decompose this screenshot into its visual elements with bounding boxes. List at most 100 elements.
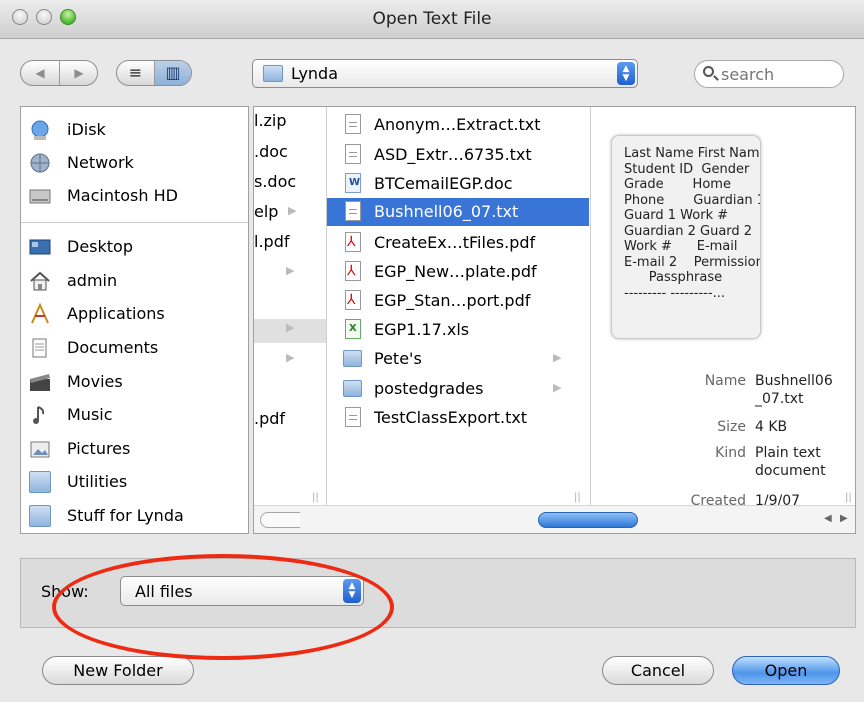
sidebar-item-applications[interactable]: Applications (29, 301, 244, 327)
sidebar-item-label: Utilities (67, 472, 128, 491)
meta-size-label: Size (717, 419, 746, 435)
sidebar-item-desktop[interactable]: Desktop (29, 234, 244, 260)
list-item[interactable]: ▶ (254, 349, 326, 373)
disclosure-arrow-icon: ▶ (553, 351, 562, 364)
documents-icon (32, 338, 47, 358)
music-icon (33, 406, 45, 424)
list-item[interactable]: ▶ (254, 262, 326, 286)
sidebar-item-macintosh-hd[interactable]: Macintosh HD (29, 183, 244, 209)
preview-column: Last Name First Name Student ID Gender G… (591, 107, 855, 509)
history-nav: ◀ ▶ (20, 60, 98, 86)
file-row[interactable]: W BTCemailEGP.doc (327, 170, 589, 198)
column-files: Anonym…Extract.txt ASD_Extr…6735.txt W B… (327, 107, 589, 505)
location-popup[interactable]: Lynda ▲ ▼ (252, 59, 638, 88)
pdf-file-icon: ⅄ (345, 232, 361, 252)
search-input[interactable] (721, 65, 831, 83)
disclosure-arrow-icon: ▶ (553, 381, 562, 394)
cancel-button[interactable]: Cancel (602, 656, 714, 685)
column-parent: l.zip .doc s.doc elp ▶ l.pdf ▶ ▶ ▶ .pdf |… (254, 107, 326, 505)
sidebar-item-label: Documents (67, 338, 159, 357)
list-item[interactable]: l.pdf (254, 232, 289, 256)
horizontal-scrollbar[interactable]: ◀ ▶ (254, 505, 855, 533)
list-item[interactable]: elp ▶ (254, 202, 296, 226)
folder-row[interactable]: postedgrades ▶ (327, 375, 589, 403)
open-button[interactable]: Open (732, 656, 840, 685)
idisk-icon (31, 120, 49, 140)
view-mode-switch: ≡ ▥ (116, 60, 192, 86)
sidebar-item-documents[interactable]: Documents (29, 335, 244, 361)
file-row[interactable]: ⅄ CreateEx…tFiles.pdf (327, 229, 589, 257)
back-button[interactable]: ◀ (21, 61, 60, 85)
home-icon (30, 271, 50, 291)
sidebar-item-label: Applications (67, 304, 165, 323)
desktop-icon (29, 239, 51, 255)
list-item[interactable]: ▶ (254, 319, 326, 343)
file-row[interactable]: ASD_Extr…6735.txt (327, 141, 589, 169)
file-type-popup[interactable]: All files ▲ ▼ (120, 576, 364, 606)
movies-icon (30, 374, 50, 391)
sidebar-item-label: Desktop (67, 237, 133, 256)
file-name: postedgrades (374, 379, 484, 398)
column-resize-handle[interactable]: || (845, 492, 852, 503)
file-name: BTCemailEGP.doc (374, 174, 513, 193)
scroll-left-arrow-icon[interactable]: ◀ (824, 513, 832, 524)
file-name: Pete's (374, 349, 422, 368)
sidebar: iDisk Network Macintosh HD Desktop admin… (20, 106, 249, 534)
sidebar-item-network[interactable]: Network (29, 150, 244, 176)
open-file-dialog: Open Text File ◀ ▶ ≡ ▥ Lynda ▲▼ iDisk Ne… (0, 0, 864, 702)
file-row[interactable]: ⅄ EGP_Stan…port.pdf (327, 287, 589, 315)
file-row-selected[interactable]: Bushnell06_07.txt (327, 198, 589, 226)
sidebar-item-movies[interactable]: Movies (29, 369, 244, 395)
file-row[interactable]: TestClassExport.txt (327, 404, 589, 432)
sidebar-item-stuff-for-lynda[interactable]: Stuff for Lynda (29, 503, 244, 529)
file-name: CreateEx…tFiles.pdf (374, 233, 536, 252)
scroll-track-cap (260, 512, 300, 528)
applications-icon (31, 303, 49, 324)
folder-icon (263, 65, 283, 82)
meta-size-value: 4 KB (755, 419, 788, 435)
list-item[interactable]: s.doc (254, 172, 296, 196)
column-resize-handle[interactable]: || (312, 492, 319, 503)
excel-file-icon: X (345, 319, 361, 339)
list-item[interactable]: .doc (254, 142, 288, 166)
text-file-icon (345, 201, 361, 221)
text-file-icon (345, 407, 361, 427)
text-file-icon (345, 144, 361, 164)
meta-name-label: Name (704, 373, 746, 389)
file-row[interactable]: Anonym…Extract.txt (327, 111, 589, 139)
list-item[interactable]: .pdf (254, 409, 285, 433)
column-view-button[interactable]: ▥ (155, 61, 191, 85)
sidebar-item-label: admin (67, 271, 118, 290)
search-field[interactable] (694, 60, 844, 88)
sidebar-item-music[interactable]: Music (29, 402, 244, 428)
file-name: Bushnell06_07.txt (374, 202, 519, 221)
disclosure-arrow-icon: ▶ (288, 204, 297, 217)
sidebar-item-admin[interactable]: admin (29, 268, 244, 294)
file-name: EGP_New…plate.pdf (374, 262, 537, 281)
column-resize-handle[interactable]: || (574, 492, 581, 503)
sidebar-divider (21, 222, 248, 223)
list-item[interactable]: l.zip (254, 111, 287, 135)
new-folder-button[interactable]: New Folder (42, 656, 194, 685)
sidebar-item-label: iDisk (67, 120, 106, 139)
sidebar-item-utilities[interactable]: Utilities (29, 469, 244, 495)
sidebar-item-idisk[interactable]: iDisk (29, 117, 244, 143)
word-document-icon: W (345, 173, 361, 193)
scroll-right-arrow-icon[interactable]: ▶ (840, 513, 848, 524)
file-row[interactable]: X EGP1.17.xls (327, 316, 589, 344)
file-type-value: All files (135, 582, 193, 601)
file-name: EGP_Stan…port.pdf (374, 291, 531, 310)
scrollbar-thumb[interactable] (538, 512, 638, 528)
forward-button[interactable]: ▶ (60, 61, 98, 85)
sidebar-item-label: Macintosh HD (67, 186, 178, 205)
list-view-button[interactable]: ≡ (117, 61, 155, 85)
sidebar-item-pictures[interactable]: Pictures (29, 436, 244, 462)
popup-stepper-icon: ▲ ▼ (343, 579, 361, 603)
show-label: Show: (41, 582, 89, 601)
file-row[interactable]: ⅄ EGP_New…plate.pdf (327, 258, 589, 286)
meta-kind-value: Plain text (755, 445, 821, 461)
folder-row[interactable]: Pete's ▶ (327, 345, 589, 373)
sidebar-item-label: Music (67, 405, 113, 424)
file-name: ASD_Extr…6735.txt (374, 145, 532, 164)
disclosure-arrow-icon: ▶ (286, 351, 295, 364)
